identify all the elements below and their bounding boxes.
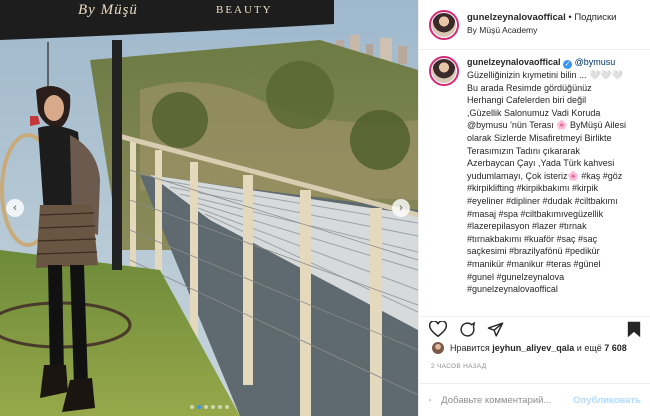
carousel-dot (196, 405, 201, 409)
caption-line: #kirpiklifting #kirpikbakımı #kirpik (467, 183, 599, 194)
bookmark-icon[interactable] (627, 321, 641, 338)
caption-line: @bymusu 'nün Terası 🌸 ByMüşü Ailesi (467, 120, 626, 131)
post-sidebar: gunelzeynalovaoffical • Подписки By Müşü… (418, 0, 650, 416)
heart-icon[interactable] (429, 321, 447, 338)
post-header: gunelzeynalovaoffical • Подписки By Müşü… (419, 0, 650, 50)
likes-line: Нравится jeyhun_aliyev_qala и ещё 7 608 (431, 341, 627, 355)
liker-avatar[interactable] (431, 341, 445, 355)
caption-body: gunelzeynalovaoffical ✓ @bymusu Güzelliğ… (467, 56, 642, 296)
carousel-dot (210, 405, 215, 409)
chevron-left-icon: ‹ (13, 202, 17, 214)
follow-status-button[interactable]: Подписки (574, 12, 616, 23)
caption-username[interactable]: gunelzeynalovaoffical (467, 57, 561, 67)
caption-line: #gunelzeynalovaoffical (467, 284, 558, 295)
caption-line: #lazerepilasyon #lazer #tırnak (467, 221, 587, 232)
post-photo[interactable]: By Müşü BEAUTY ‹ › (0, 0, 418, 416)
post-caption: gunelzeynalovaoffical ✓ @bymusu Güzelliğ… (429, 56, 642, 296)
caption-mention[interactable]: @bymusu (575, 57, 616, 67)
comment-form: Опубликовать (419, 383, 650, 416)
likes-count[interactable]: 7 608 (604, 343, 627, 353)
post-actions (419, 316, 650, 340)
chevron-right-icon: › (399, 202, 403, 214)
comment-icon[interactable] (459, 321, 476, 338)
caption-line: olarak Sizlerde Misafiretmeyi Birlikte (467, 132, 612, 143)
carousel-dots (0, 405, 418, 409)
caption-line: ,Güzellik Salonumuz Vadi Koruda (467, 107, 601, 118)
carousel-dot (217, 405, 222, 409)
caption-line: #eyeliner #dipliner #dudak #ciltbakımı (467, 195, 618, 206)
awning-logo-text: By Müşü (78, 2, 138, 18)
caption-line: Güzelliğinizin kıymetini bilin ... 🤍🤍🤍 (467, 70, 623, 80)
post-location[interactable]: By Müşü Academy (467, 25, 616, 36)
caption-line: #gunel #gunelzeynalova (467, 271, 565, 282)
caption-line: yudumlamayı, Çok isteriz🌸 #kaş #göz (467, 170, 623, 181)
caption-line: saçkesimi #brazilyafönü #pedikür (467, 246, 600, 257)
verified-badge-icon: ✓ (563, 60, 573, 69)
comment-input[interactable] (441, 394, 574, 406)
share-icon[interactable] (487, 321, 504, 338)
carousel-dot (189, 405, 194, 409)
emoji-icon[interactable] (429, 392, 432, 408)
caption-text: Güzelliğinizin kıymetini bilin ... 🤍🤍🤍 Bu… (467, 69, 642, 296)
header-separator: • (568, 12, 572, 24)
caption-line: Terasımızın Tadını çıkararak (467, 145, 580, 156)
caption-line: #masaj #spa #ciltbakımıvegüzellik (467, 208, 604, 219)
previous-photo-button[interactable]: ‹ (6, 199, 24, 217)
caption-line: Herhangi Cafelerden biri değil (467, 95, 587, 106)
caption-line: Azerbaycan Çayı ,Yada Türk kahvesi (467, 158, 615, 169)
caption-line: #tırnakbakımı #kuaför #saç #saç (467, 233, 598, 244)
carousel-dot (224, 405, 229, 409)
likes-prefix: Нравится (450, 343, 490, 353)
post-time-ago[interactable]: 2 ЧАСОВ НАЗАД (431, 363, 486, 370)
caption-line: Bu arada Resimde gördüğünüz (467, 82, 592, 93)
likes-middle: и ещё (576, 343, 602, 353)
author-avatar[interactable] (429, 9, 459, 40)
awning-beauty-text: BEAUTY (216, 4, 273, 16)
liker-username[interactable]: jeyhun_aliyev_qala (492, 343, 574, 353)
author-username[interactable]: gunelzeynalovaoffical (467, 12, 566, 23)
next-photo-button[interactable]: › (392, 199, 410, 217)
publish-comment-button[interactable]: Опубликовать (573, 395, 641, 406)
photo-scene (0, 0, 418, 416)
caption-avatar[interactable] (429, 56, 459, 86)
carousel-dot (203, 405, 208, 409)
caption-line: #manikür #manikur #teras #günel (467, 258, 601, 269)
